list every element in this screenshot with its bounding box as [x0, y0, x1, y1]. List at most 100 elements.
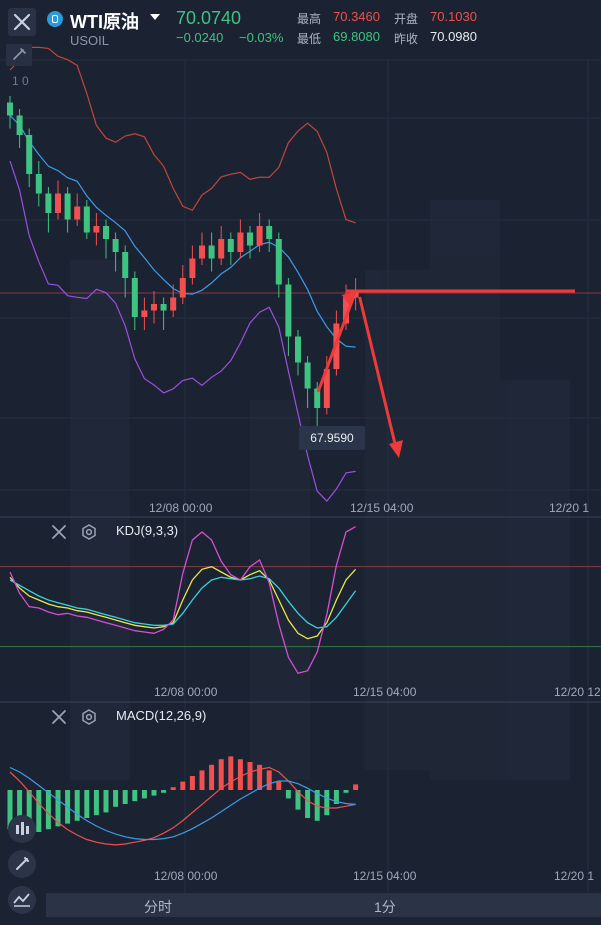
- candle-body: [295, 336, 301, 363]
- tab-timeshare[interactable]: 分时: [144, 897, 172, 917]
- low-label: 最低: [297, 32, 322, 46]
- tab-1min[interactable]: 1分: [374, 897, 396, 917]
- candle-body: [247, 232, 253, 246]
- open-label: 开盘: [394, 12, 419, 26]
- mini-value: 1 0: [12, 74, 29, 88]
- draw-tool-button[interactable]: [8, 850, 36, 878]
- main-xlabel-3: 12/20 1: [549, 501, 590, 515]
- macd-histogram-bar: [151, 790, 157, 796]
- candle-body: [26, 135, 33, 174]
- open-value: 70.1030: [430, 9, 477, 24]
- macd-histogram-bar: [93, 790, 99, 816]
- macd-histogram-bar: [228, 756, 234, 790]
- candle-body: [141, 310, 148, 317]
- gear-icon: [82, 709, 96, 725]
- candle-type-button[interactable]: [8, 815, 36, 843]
- close-icon: [52, 710, 66, 724]
- macd-close-button[interactable]: [50, 708, 68, 731]
- price-change: −0.0240: [176, 30, 224, 45]
- quote-header: WTI原油 USOIL 70.0740 −0.0240 −0.03% 最高 70…: [0, 0, 601, 60]
- candle-body: [45, 193, 52, 213]
- kdj-xlabel-1: 12/08 00:00: [154, 685, 218, 699]
- macd-histogram-bar: [113, 790, 119, 807]
- candle-body: [7, 102, 13, 116]
- macd-histogram-bar: [180, 781, 186, 790]
- prev-close-value: 70.0980: [430, 29, 477, 44]
- kdj-close-button[interactable]: [50, 523, 68, 546]
- kdj-settings-button[interactable]: [80, 523, 98, 546]
- candle-body: [199, 245, 205, 259]
- candle-body: [227, 239, 234, 252]
- candle-body: [112, 239, 119, 252]
- main-xlabel-1: 12/08 00:00: [149, 501, 213, 515]
- up-arrow-shaft: [316, 296, 356, 393]
- macd-histogram-bar: [276, 781, 282, 790]
- candle-body: [237, 232, 244, 252]
- macd-histogram-bar: [74, 790, 80, 821]
- macd-histogram-bar: [84, 790, 90, 818]
- candle-body: [189, 258, 196, 278]
- kdj-label: KDJ(9,3,3): [116, 523, 179, 538]
- macd-histogram-bar: [285, 790, 291, 799]
- macd-histogram-bar: [141, 790, 147, 799]
- candle-body: [160, 304, 167, 311]
- macd-histogram-bar: [189, 776, 195, 790]
- macd-histogram-bar: [36, 790, 42, 832]
- candle-body: [256, 226, 263, 246]
- bollinger-upper-line: [9, 46, 356, 224]
- candle-body: [16, 115, 23, 135]
- candle-body: [83, 206, 90, 233]
- candle-body: [131, 278, 138, 317]
- symbol-name[interactable]: WTI原油: [70, 8, 139, 34]
- kdj-xlabel-2: 12/15 04:00: [353, 685, 417, 699]
- candle-body: [304, 362, 311, 389]
- low-value: 69.8080: [333, 29, 380, 44]
- indicator-tool-button[interactable]: [8, 886, 36, 914]
- candle-body: [275, 239, 282, 285]
- candle-body: [218, 239, 225, 259]
- macd-label: MACD(12,26,9): [116, 708, 207, 723]
- candle-body: [122, 252, 129, 278]
- chart-canvas[interactable]: [0, 0, 601, 925]
- price-change-pct: −0.03%: [239, 30, 284, 45]
- macd-histogram-bar: [218, 759, 224, 790]
- kdj-xlabel-3: 12/20 12: [554, 685, 601, 699]
- candle-body: [266, 226, 273, 239]
- close-icon: [13, 13, 31, 31]
- macd-histogram-bar: [237, 759, 243, 790]
- close-icon: [52, 525, 66, 539]
- gear-icon: [82, 524, 96, 540]
- candle-body: [74, 206, 81, 220]
- pencil-icon: [13, 48, 26, 60]
- macd-histogram-bar: [161, 790, 167, 793]
- macd-histogram-bar: [170, 787, 176, 790]
- close-button[interactable]: [8, 8, 36, 36]
- macd-histogram-bar: [305, 790, 311, 818]
- candle-body: [179, 278, 186, 298]
- draw-mode-button[interactable]: [6, 44, 32, 66]
- last-price: 70.0740: [176, 8, 242, 28]
- macd-histogram-bar: [122, 790, 128, 804]
- candle-body: [103, 226, 109, 239]
- candle-body: [170, 297, 177, 311]
- macd-xlabel-3: 12/20 1: [554, 869, 595, 883]
- macd-histogram-bar: [324, 790, 330, 816]
- macd-histogram-bar: [266, 770, 272, 790]
- high-value: 70.3460: [333, 9, 380, 24]
- macd-settings-button[interactable]: [80, 708, 98, 731]
- macd-histogram-bar: [132, 790, 138, 802]
- macd-histogram-bar: [103, 790, 109, 813]
- price-tooltip-value: 67.9590: [310, 431, 354, 445]
- macd-xlabel-1: 12/08 00:00: [154, 869, 218, 883]
- symbol-logo-icon: [47, 11, 63, 27]
- symbol-code: USOIL: [70, 33, 110, 48]
- price-tooltip: 67.9590: [299, 426, 365, 450]
- candle-body: [208, 245, 215, 259]
- symbol-dropdown-icon[interactable]: [150, 14, 160, 20]
- prev-close-label: 昨收: [394, 32, 419, 46]
- candle-body: [55, 193, 61, 213]
- bollinger-mid-line: [9, 115, 356, 348]
- line-chart-icon: [13, 893, 30, 907]
- macd-histogram-bar: [199, 770, 205, 790]
- candle-body: [64, 193, 71, 220]
